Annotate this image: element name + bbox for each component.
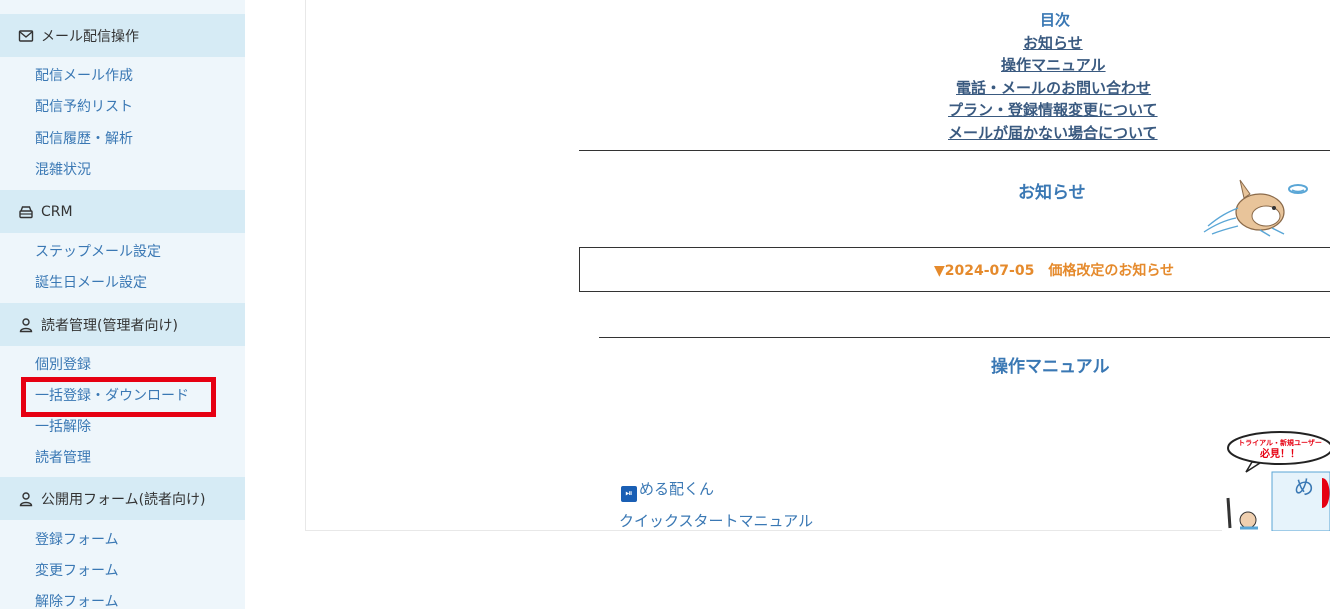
hamster-illustration xyxy=(1203,179,1308,237)
toc-link-contact[interactable]: 電話・メールのお問い合わせ xyxy=(956,77,1151,98)
sidebar-section-reader-admin[interactable]: 読者管理(管理者向け) xyxy=(0,303,245,346)
sidebar-item-reader-management[interactable]: 読者管理 xyxy=(35,449,91,467)
sidebar-item-step-mail[interactable]: ステップメール設定 xyxy=(35,243,161,261)
play-pause-icon: ⏯ xyxy=(621,486,637,502)
sidebar-item-reservation-list[interactable]: 配信予約リスト xyxy=(35,98,133,116)
sidebar-item-create-mail[interactable]: 配信メール作成 xyxy=(35,67,133,85)
sidebar-item-individual-register[interactable]: 個別登録 xyxy=(35,356,91,374)
manual-link-quickstart[interactable]: クイックスタートマニュアル xyxy=(619,510,813,531)
user-icon xyxy=(17,316,35,334)
divider xyxy=(599,337,1330,338)
sidebar-section-label: 公開用フォーム(読者向け) xyxy=(41,491,206,508)
divider xyxy=(579,150,1330,151)
sidebar-item-register-form[interactable]: 登録フォーム xyxy=(35,531,119,549)
crm-icon xyxy=(17,203,35,221)
banner-big-char: め xyxy=(1294,475,1314,499)
highlight-annotation-box xyxy=(21,377,216,417)
news-item-price-revision[interactable]: ▼2024-07-05 価格改定のお知らせ xyxy=(934,260,1174,280)
toc-link-plan-change[interactable]: プラン・登録情報変更について xyxy=(948,99,1158,120)
banner-must: 必見！！ xyxy=(1259,447,1300,460)
toc-link-manual[interactable]: 操作マニュアル xyxy=(1001,54,1106,75)
news-box: ▼2024-07-05 価格改定のお知らせ xyxy=(579,247,1330,292)
sidebar-section-crm[interactable]: CRM xyxy=(0,190,245,233)
trial-banner[interactable]: トライアル・新規ユーザー 必見！！ め xyxy=(1222,428,1330,531)
news-section-title: お知らせ xyxy=(1018,183,1086,203)
trial-banner-graphic: トライアル・新規ユーザー 必見！！ め xyxy=(1226,431,1330,531)
toc-link-news[interactable]: お知らせ xyxy=(1023,32,1083,53)
sidebar-section-mail[interactable]: メール配信操作 xyxy=(0,14,245,57)
manual-section-title: 操作マニュアル xyxy=(991,357,1110,377)
sidebar-item-change-form[interactable]: 変更フォーム xyxy=(35,562,119,580)
mail-icon xyxy=(17,27,35,45)
user-icon xyxy=(17,490,35,508)
sidebar-section-public-forms[interactable]: 公開用フォーム(読者向け) xyxy=(0,477,245,520)
toc-link-mail-not-delivered[interactable]: メールが届かない場合について xyxy=(948,122,1158,143)
sidebar-item-bulk-unsubscribe[interactable]: 一括解除 xyxy=(35,418,91,436)
manual-link-merupai[interactable]: ⏯ める配くん xyxy=(621,478,714,502)
sidebar-section-label: 読者管理(管理者向け) xyxy=(41,317,178,334)
sidebar-section-label: メール配信操作 xyxy=(41,28,139,45)
sidebar-section-label: CRM xyxy=(41,203,73,220)
sidebar-item-congestion[interactable]: 混雑状況 xyxy=(35,161,91,179)
sidebar-item-history[interactable]: 配信履歴・解析 xyxy=(35,130,133,148)
sidebar: メール配信操作 配信メール作成 配信予約リスト 配信履歴・解析 混雑状況 CRM… xyxy=(0,0,245,609)
toc-title: 目次 xyxy=(1040,11,1071,29)
sidebar-item-unsubscribe-form[interactable]: 解除フォーム xyxy=(35,593,119,609)
banner-caption: トライアル・新規ユーザー xyxy=(1238,438,1322,447)
sidebar-item-birthday-mail[interactable]: 誕生日メール設定 xyxy=(35,274,147,292)
manual-link-label: める配くん xyxy=(639,480,715,498)
